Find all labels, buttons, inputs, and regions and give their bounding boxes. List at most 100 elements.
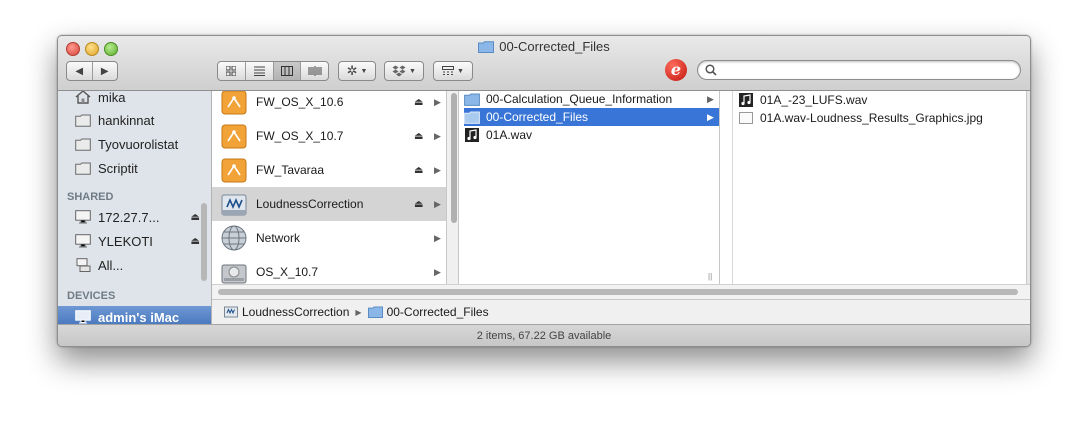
sidebar-scrollbar[interactable] bbox=[201, 203, 207, 281]
item-label: FW_OS_X_10.7 bbox=[256, 129, 344, 143]
eject-icon[interactable]: ⏏ bbox=[414, 97, 423, 108]
column-view-button[interactable] bbox=[273, 62, 302, 80]
dropbox-menu-button[interactable]: ▼ bbox=[384, 61, 424, 81]
forward-arrow-icon: ▶ bbox=[100, 65, 109, 77]
dropbox-icon bbox=[392, 65, 406, 77]
disclosure-arrow-icon: ▶ bbox=[707, 93, 714, 104]
column-resize-handle[interactable]: || bbox=[708, 272, 712, 281]
folder-icon bbox=[464, 110, 480, 124]
item-label: FW_OS_X_10.6 bbox=[256, 95, 344, 109]
disclosure-arrow-icon: ▶ bbox=[434, 96, 441, 107]
sidebar-item-label: 172.27.7... bbox=[98, 209, 160, 225]
monitor-icon bbox=[74, 233, 92, 249]
network-share-icon bbox=[219, 189, 249, 219]
item-label: FW_Tavaraa bbox=[256, 163, 325, 177]
sidebar-item-label: YLEKOTI bbox=[98, 233, 153, 249]
window-title: 00-Corrected_Files bbox=[58, 39, 1030, 54]
status-bar: 2 items, 67.22 GB available bbox=[58, 324, 1030, 346]
item-label: 00-Corrected_Files bbox=[486, 110, 589, 124]
sidebar-item-label: mika bbox=[98, 91, 126, 105]
sidebar-item-label: Tyovuorolistat bbox=[98, 136, 179, 152]
disclosure-arrow-icon: ▶ bbox=[434, 198, 441, 209]
sidebar-item-tyovuorolistat[interactable]: Tyovuorolistat bbox=[74, 134, 210, 154]
item-label: 01A.wav bbox=[486, 128, 533, 142]
sidebar-item-ylekoti[interactable]: YLEKOTI ⏏ bbox=[74, 231, 210, 251]
app-logo-icon[interactable]: e bbox=[665, 59, 687, 81]
action-menu-content: ✲ ▼ bbox=[339, 62, 375, 80]
list-item[interactable]: 01A.wav-Loudness_Results_Graphics.jpg bbox=[738, 109, 1023, 127]
list-view-button[interactable] bbox=[246, 62, 274, 80]
imac-icon bbox=[74, 309, 92, 325]
list-item[interactable]: 01A_-23_LUFS.wav bbox=[738, 91, 1023, 109]
coverflow-view-button[interactable] bbox=[301, 62, 328, 80]
list-item[interactable]: 01A.wav bbox=[464, 126, 719, 144]
list-item[interactable]: FW_OS_X_10.7 ⏏ ▶ bbox=[212, 119, 446, 153]
disclosure-arrow-icon: ▶ bbox=[434, 232, 441, 243]
chevron-down-icon: ▼ bbox=[409, 67, 416, 75]
item-label: 01A_-23_LUFS.wav bbox=[760, 93, 868, 107]
home-icon bbox=[74, 91, 92, 105]
sidebar-item-admins-imac[interactable]: admin's iMac bbox=[58, 306, 211, 326]
eject-icon[interactable]: ⏏ bbox=[414, 165, 423, 176]
path-segment-corrected-files[interactable]: 00-Corrected_Files bbox=[387, 305, 489, 319]
eject-icon[interactable]: ⏏ bbox=[414, 199, 423, 210]
audio-file-icon bbox=[464, 128, 480, 142]
list-item[interactable]: FW_Tavaraa ⏏ ▶ bbox=[212, 153, 446, 187]
sidebar-item-hankinnat[interactable]: hankinnat bbox=[74, 110, 210, 130]
disclosure-arrow-icon: ▶ bbox=[707, 111, 714, 122]
path-separator-icon: ▶ bbox=[355, 307, 362, 317]
horizontal-scrollbar[interactable] bbox=[218, 289, 1018, 295]
sidebar-header-shared: SHARED bbox=[67, 191, 114, 203]
list-item[interactable]: Network ▶ bbox=[212, 221, 446, 255]
gear-icon: ✲ bbox=[346, 63, 358, 78]
sidebar-item-label: hankinnat bbox=[98, 112, 155, 128]
sidebar-item-label: admin's iMac bbox=[98, 309, 180, 325]
item-label: LoudnessCorrection bbox=[256, 197, 364, 211]
firewire-drive-icon bbox=[219, 91, 249, 117]
eject-icon[interactable]: ⏏ bbox=[191, 236, 200, 247]
sidebar-item-shared-server[interactable]: 172.27.7... ⏏ bbox=[74, 207, 210, 227]
forward-button[interactable]: ▶ bbox=[93, 62, 118, 80]
window-title-text: 00-Corrected_Files bbox=[499, 39, 610, 54]
network-icon bbox=[74, 257, 92, 273]
coverflow-view-icon bbox=[308, 66, 322, 76]
column1-scrollbar[interactable] bbox=[451, 93, 457, 223]
dropbox-menu-content: ▼ bbox=[385, 62, 423, 80]
sidebar-item-label: All... bbox=[98, 257, 124, 273]
sidebar-item-mika[interactable]: mika bbox=[74, 91, 210, 107]
sidebar-item-label: Scriptit bbox=[98, 160, 138, 176]
firewire-drive-icon bbox=[219, 121, 249, 151]
chevron-down-icon: ▼ bbox=[360, 67, 368, 75]
chevron-down-icon: ▼ bbox=[457, 67, 464, 75]
list-item-selected[interactable]: 00-Corrected_Files ▶ bbox=[464, 108, 719, 126]
list-item[interactable]: 00-Calculation_Queue_Information ▶ bbox=[464, 91, 719, 108]
sidebar-item-scriptit[interactable]: Scriptit bbox=[74, 158, 210, 178]
list-item-selected[interactable]: LoudnessCorrection ⏏ ▶ bbox=[212, 187, 446, 221]
disclosure-arrow-icon: ▶ bbox=[434, 266, 441, 277]
icon-view-button[interactable] bbox=[218, 62, 246, 80]
search-field[interactable] bbox=[697, 60, 1021, 80]
eject-icon[interactable]: ⏏ bbox=[191, 212, 200, 223]
item-label: Network bbox=[256, 231, 301, 245]
path-bar: LoudnessCorrection ▶ 00-Corrected_Files bbox=[212, 299, 1030, 324]
view-mode-segmented bbox=[217, 61, 329, 81]
folder-icon bbox=[74, 160, 92, 176]
item-label: OS_X_10.7 bbox=[256, 265, 319, 279]
action-menu-button[interactable]: ✲ ▼ bbox=[338, 61, 376, 81]
folder-icon bbox=[464, 92, 480, 106]
folder-icon bbox=[367, 306, 383, 318]
folder-icon bbox=[74, 136, 92, 152]
audio-file-icon bbox=[738, 93, 754, 107]
sidebar-item-all[interactable]: All... bbox=[74, 255, 210, 275]
eject-icon[interactable]: ⏏ bbox=[414, 131, 423, 142]
list-item[interactable]: FW_OS_X_10.6 ⏏ ▶ bbox=[212, 91, 446, 119]
folder-icon bbox=[74, 112, 92, 128]
network-share-icon bbox=[224, 306, 238, 318]
path-segment-loudnesscorrection[interactable]: LoudnessCorrection bbox=[242, 305, 349, 319]
item-label: 01A.wav-Loudness_Results_Graphics.jpg bbox=[760, 111, 983, 125]
toolbar: 00-Corrected_Files ◀ ▶ ✲ ▼ ▼ ▼ e bbox=[58, 36, 1030, 91]
folder-icon bbox=[478, 41, 495, 53]
item-label: 00-Calculation_Queue_Information bbox=[486, 92, 673, 106]
back-button[interactable]: ◀ bbox=[67, 62, 93, 80]
arrange-menu-button[interactable]: ▼ bbox=[433, 61, 473, 81]
